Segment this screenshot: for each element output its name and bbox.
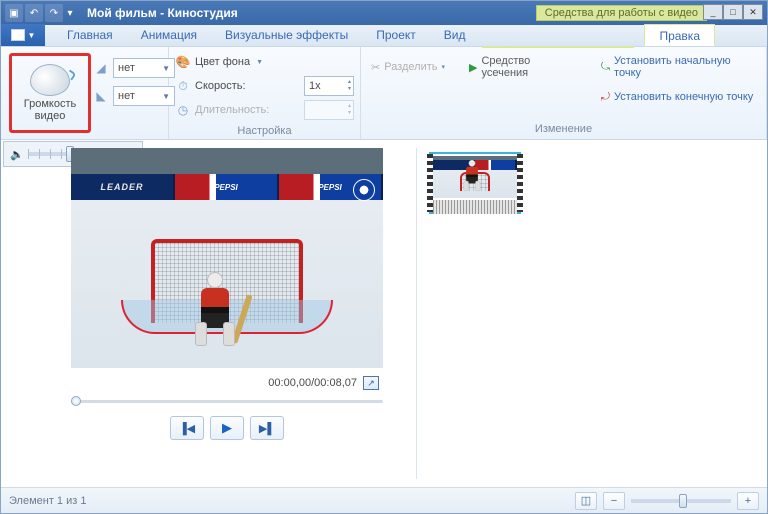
speed-spinner[interactable]: 1x	[304, 76, 354, 96]
bg-color-icon: 🎨	[175, 54, 191, 70]
maximize-button[interactable]: □	[723, 4, 743, 20]
file-menu-button[interactable]: ▼	[1, 24, 45, 46]
seek-thumb[interactable]	[71, 396, 81, 406]
duration-icon: ◷	[175, 102, 191, 118]
duration-label: Длительность:	[195, 104, 269, 116]
group-change-label: Изменение	[361, 123, 766, 139]
speed-value: 1x	[309, 80, 321, 92]
video-preview[interactable]: LEADER PEPSI PEPSI	[71, 148, 383, 368]
tab-visual-effects[interactable]: Визуальные эффекты	[211, 24, 362, 46]
end-point-icon: ⤾	[601, 91, 610, 104]
minimize-button[interactable]: _	[703, 4, 723, 20]
title-bar: ▣ ↶ ↷ ▾ Мой фильм - Киностудия Средства …	[1, 1, 767, 25]
trim-icon: ▶	[469, 61, 477, 74]
play-button[interactable]: ▶	[210, 416, 244, 440]
fullscreen-button[interactable]: ↗	[363, 376, 379, 390]
qat-undo-button[interactable]: ↶	[25, 4, 43, 22]
speaker-mute-icon: 🔈	[10, 148, 24, 161]
quick-access-toolbar: ▣ ↶ ↷ ▾	[1, 4, 79, 22]
split-button[interactable]: ✂Разделить▾	[367, 57, 449, 77]
league-logo-icon	[353, 179, 375, 201]
ribbon: Громкостьвидео ◢нет▼ ◣нет▼ вук 🎨Цвет фон…	[1, 47, 767, 140]
window-title: Мой фильм - Киностудия	[79, 6, 238, 20]
volume-label-2: видео	[35, 110, 66, 122]
close-button[interactable]: ✕	[743, 4, 763, 20]
ctx-underline	[482, 46, 634, 48]
volume-label-1: Громкость	[24, 98, 76, 110]
set-start-label: Установить начальную точку	[614, 55, 756, 79]
fade-in-combo[interactable]: нет▼	[113, 58, 175, 78]
set-end-label: Установить конечную точку	[614, 91, 753, 103]
main-area: LEADER PEPSI PEPSI 00:00,00/00:08,07 ↗ ▐…	[1, 140, 767, 487]
timecode-row: 00:00,00/00:08,07 ↗	[71, 376, 383, 390]
fade-in-value: нет	[118, 62, 135, 74]
transport-controls: ▐◀ ▶ ▶▌	[71, 416, 383, 440]
contextual-tab-group-label: Средства для работы с видео	[536, 5, 707, 21]
timeline-pane[interactable]	[417, 140, 767, 487]
set-start-button[interactable]: ⤿ Установить начальную точку	[597, 57, 760, 77]
ribbon-tabs: ▼ Главная Анимация Визуальные эффекты Пр…	[1, 25, 767, 47]
preview-pane: LEADER PEPSI PEPSI 00:00,00/00:08,07 ↗ ▐…	[1, 140, 416, 487]
video-volume-button[interactable]: Громкостьвидео	[14, 58, 86, 128]
timecode-text: 00:00,00/00:08,07	[268, 377, 357, 389]
fade-out-value: нет	[118, 90, 135, 102]
board-ad-leader: LEADER	[71, 174, 175, 200]
speed-label: Скорость:	[195, 80, 246, 92]
split-label: Разделить	[384, 61, 437, 73]
qat-dropdown[interactable]: ▾	[65, 4, 75, 22]
highlight-box: Громкостьвидео	[9, 53, 91, 133]
tab-view[interactable]: Вид	[430, 24, 480, 46]
prev-frame-button[interactable]: ▐◀	[170, 416, 204, 440]
tab-project[interactable]: Проект	[362, 24, 430, 46]
fade-in-icon: ◢	[93, 60, 109, 76]
tab-animation[interactable]: Анимация	[127, 24, 211, 46]
trim-label: Средство усечения	[481, 55, 576, 79]
split-icon: ✂	[371, 61, 380, 74]
timeline-clip[interactable]	[429, 152, 521, 214]
qat-btn-1[interactable]: ▣	[5, 4, 23, 22]
clip-audio-waveform	[433, 200, 517, 214]
next-frame-button[interactable]: ▶▌	[250, 416, 284, 440]
tab-edit[interactable]: Правка	[644, 24, 715, 46]
bg-color-label: Цвет фона	[195, 56, 250, 68]
seek-bar[interactable]	[71, 396, 383, 406]
zoom-thumb[interactable]	[679, 494, 687, 508]
speaker-icon	[30, 64, 70, 96]
view-mode-button[interactable]: ◫	[575, 492, 597, 510]
duration-spinner[interactable]	[304, 100, 354, 120]
speed-icon: ⏱	[175, 78, 191, 94]
zoom-slider[interactable]	[631, 499, 731, 503]
tab-home[interactable]: Главная	[53, 24, 127, 46]
fade-out-combo[interactable]: нет▼	[113, 86, 175, 106]
status-bar: Элемент 1 из 1 ◫ − +	[1, 487, 767, 513]
clip-thumbnail	[433, 156, 517, 198]
zoom-in-button[interactable]: +	[737, 492, 759, 510]
zoom-out-button[interactable]: −	[603, 492, 625, 510]
board-ad-pepsi-1: PEPSI	[175, 174, 279, 200]
trim-tool-button[interactable]: ▶ Средство усечения	[465, 57, 581, 77]
fade-out-icon: ◣	[93, 88, 109, 104]
group-settings-label: Настройка	[169, 125, 360, 139]
set-end-button[interactable]: ⤾ Установить конечную точку	[597, 87, 760, 107]
status-item-count: Элемент 1 из 1	[9, 495, 86, 507]
qat-redo-button[interactable]: ↷	[45, 4, 63, 22]
start-point-icon: ⤿	[601, 61, 610, 74]
